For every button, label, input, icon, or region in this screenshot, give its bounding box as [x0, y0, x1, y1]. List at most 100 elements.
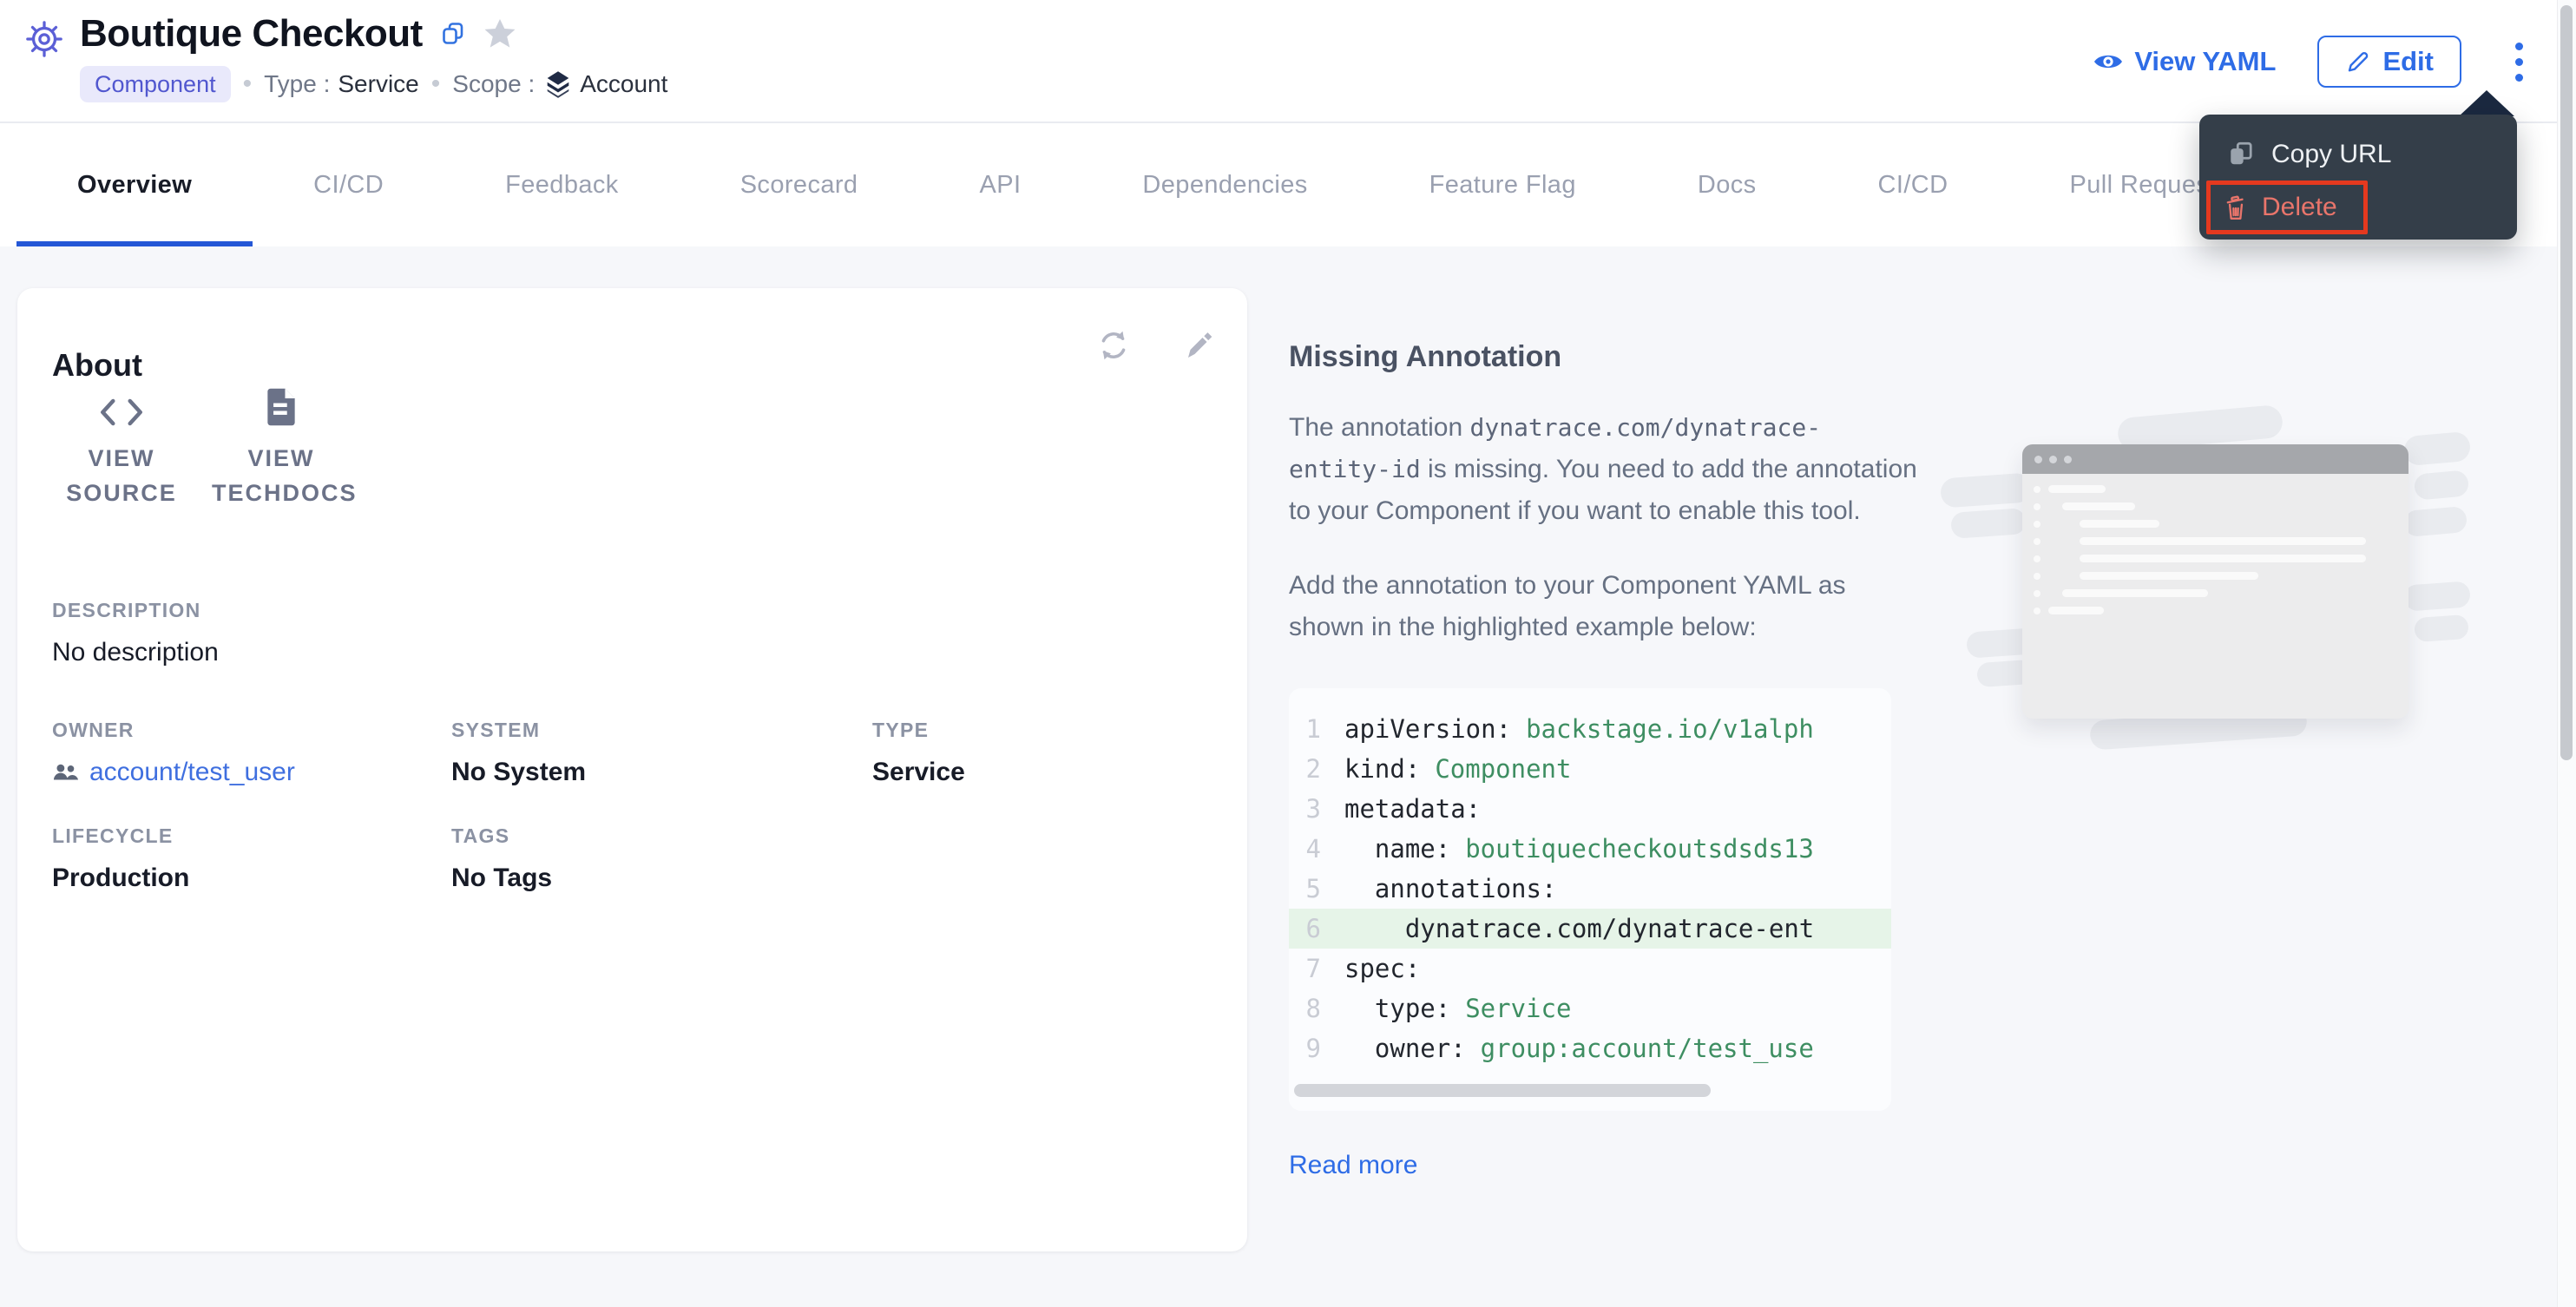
skeleton-line — [2022, 537, 2408, 545]
edit-button[interactable]: Edit — [2317, 36, 2461, 88]
delete-highlight-annotation: Delete — [2206, 181, 2368, 234]
page-scrollbar-track[interactable] — [2557, 0, 2576, 1307]
component-gear-icon — [24, 19, 64, 59]
field-lifecycle-label: LIFECYCLE — [52, 824, 189, 848]
code-line: 5annotations: — [1289, 869, 1891, 909]
meta-separator: • — [431, 69, 441, 99]
code-horizontal-scrollbar[interactable] — [1294, 1084, 1711, 1097]
annotation-instruction-paragraph: Add the annotation to your Component YAM… — [1289, 565, 1917, 648]
document-icon — [265, 382, 298, 427]
view-yaml-label: View YAML — [2134, 46, 2276, 77]
title-block: Boutique Checkout Component — [80, 0, 667, 102]
delete-label: Delete — [2262, 193, 2337, 222]
view-source-link[interactable]: VIEW SOURCE — [52, 382, 191, 510]
annotation-intro-paragraph: The annotation dynatrace.com/dynatrace-e… — [1289, 407, 1917, 532]
field-type-value: Service — [872, 758, 965, 787]
field-tags-value: No Tags — [451, 864, 552, 893]
page-title: Boutique Checkout — [80, 12, 423, 56]
edit-about-pencil-icon[interactable] — [1178, 326, 1216, 365]
scribble-shape — [2403, 431, 2472, 466]
copy-url-label: Copy URL — [2271, 140, 2391, 169]
code-line: 4name:boutiquecheckoutsdsds13 — [1289, 829, 1891, 869]
copy-entity-name-icon[interactable] — [440, 21, 466, 47]
code-icon — [99, 382, 144, 427]
entity-page: Boutique Checkout Component — [0, 0, 2576, 1307]
type-label: Type : — [264, 70, 330, 98]
code-line: 1apiVersion:backstage.io/v1alph — [1289, 709, 1891, 749]
about-links: VIEW SOURCE VIEW TECHDOCS — [52, 382, 351, 510]
view-source-label: VIEW SOURCE — [52, 441, 191, 510]
entity-header: Boutique Checkout Component — [0, 0, 2576, 123]
field-lifecycle: LIFECYCLE Production — [52, 824, 189, 893]
group-icon — [52, 763, 80, 782]
missing-annotation-panel: Missing Annotation The annotation dynatr… — [1289, 316, 1917, 1180]
copy-icon — [2227, 141, 2255, 168]
view-techdocs-label: VIEW TECHDOCS — [212, 441, 351, 510]
eye-icon — [2093, 50, 2124, 73]
field-description-value: No description — [52, 638, 219, 667]
refresh-icon[interactable] — [1094, 326, 1133, 365]
skeleton-line — [2022, 555, 2408, 562]
code-line: 2kind:Component — [1289, 749, 1891, 789]
tab-feedback[interactable]: Feedback — [444, 125, 680, 246]
entity-tabs: Overview CI/CD Feedback Scorecard API De… — [0, 125, 2576, 246]
entity-header-left: Boutique Checkout Component — [24, 0, 667, 122]
about-card: About — [17, 288, 1247, 1251]
mock-code-window — [2022, 444, 2408, 719]
skeleton-line — [2022, 589, 2408, 597]
code-line-highlighted: 6dynatrace.com/dynatrace-ent — [1289, 909, 1891, 949]
scribble-shape — [1940, 472, 2032, 508]
code-line: 7spec: — [1289, 949, 1891, 988]
more-options-dropdown: Copy URL Delete — [2199, 115, 2517, 240]
tab-feature-flag[interactable]: Feature Flag — [1369, 125, 1637, 246]
tab-scorecard[interactable]: Scorecard — [680, 125, 919, 246]
skeleton-line — [2022, 607, 2408, 614]
more-options-kebab-button[interactable] — [2500, 36, 2538, 88]
skeleton-line — [2022, 520, 2408, 528]
field-type: TYPE Service — [872, 719, 965, 787]
owner-link-label: account/test_user — [89, 758, 295, 787]
field-owner-label: OWNER — [52, 719, 295, 742]
tab-dependencies[interactable]: Dependencies — [1081, 125, 1368, 246]
scope-label: Scope : — [452, 70, 535, 98]
scribble-shape — [2403, 506, 2468, 537]
view-yaml-link[interactable]: View YAML — [2093, 46, 2276, 77]
about-heading: About — [52, 347, 142, 384]
field-description: DESCRIPTION No description — [52, 599, 219, 667]
page-scrollbar-thumb[interactable] — [2560, 5, 2573, 760]
field-system: SYSTEM No System — [451, 719, 586, 787]
skeleton-line — [2022, 502, 2408, 510]
field-system-value: No System — [451, 758, 586, 787]
kind-badge: Component — [80, 66, 231, 102]
favorite-star-icon[interactable] — [483, 17, 516, 50]
tab-docs[interactable]: Docs — [1637, 125, 1817, 246]
entity-header-actions: View YAML Edit — [2093, 35, 2538, 89]
field-type-label: TYPE — [872, 719, 965, 742]
field-tags: TAGS No Tags — [451, 824, 552, 893]
tab-api[interactable]: API — [918, 125, 1081, 246]
tab-cicd[interactable]: CI/CD — [253, 125, 444, 246]
code-line: 3metadata: — [1289, 789, 1891, 829]
edit-button-label: Edit — [2382, 46, 2434, 77]
view-techdocs-link[interactable]: VIEW TECHDOCS — [212, 382, 351, 510]
type-value: Service — [338, 70, 418, 98]
trash-icon — [2223, 194, 2249, 221]
scribble-shape — [1950, 508, 2027, 539]
field-lifecycle-value: Production — [52, 864, 189, 893]
entity-meta-row: Component • Type : Service • Scope : Acc… — [80, 66, 667, 102]
field-system-label: SYSTEM — [451, 719, 586, 742]
scope-value: Account — [580, 70, 667, 98]
missing-annotation-heading: Missing Annotation — [1289, 340, 1917, 374]
pencil-icon — [2345, 49, 2371, 75]
tab-cicd-2[interactable]: CI/CD — [1817, 125, 2009, 246]
field-tags-label: TAGS — [451, 824, 552, 848]
meta-separator: • — [243, 69, 253, 99]
read-more-link[interactable]: Read more — [1289, 1151, 1417, 1180]
tab-overview[interactable]: Overview — [16, 125, 253, 246]
dropdown-arrow — [2459, 90, 2514, 116]
owner-link[interactable]: account/test_user — [52, 758, 295, 787]
menu-item-copy-url[interactable]: Copy URL — [2227, 135, 2391, 174]
menu-item-delete[interactable]: Delete — [2223, 185, 2337, 230]
field-owner: OWNER account/test_user — [52, 719, 295, 787]
page-content: About — [0, 246, 2576, 1307]
